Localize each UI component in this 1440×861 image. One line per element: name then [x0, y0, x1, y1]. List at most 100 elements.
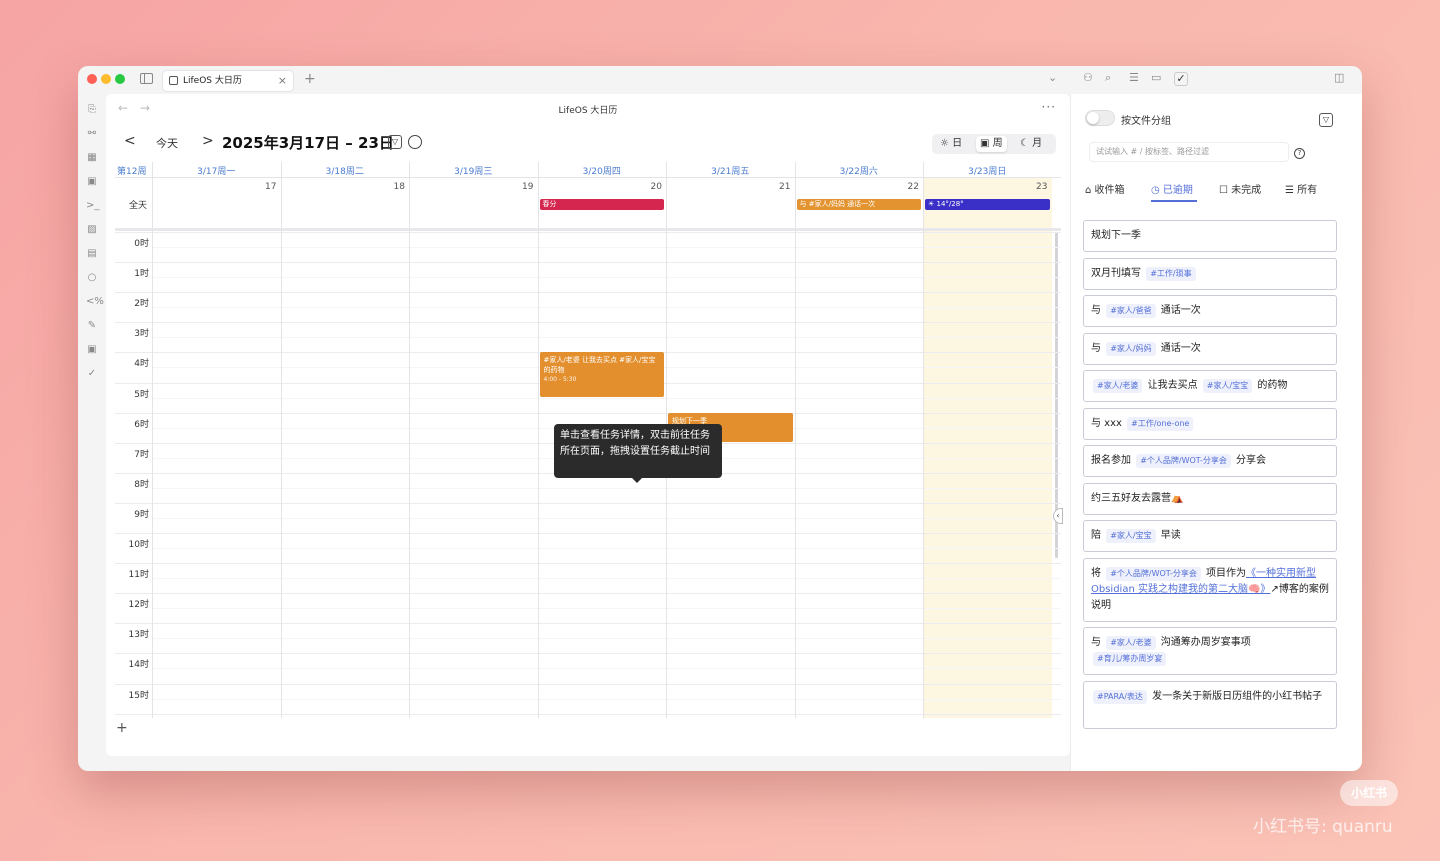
task-item[interactable]: 约三五好友去露营⛺ [1083, 482, 1337, 515]
more-options-icon[interactable]: ··· [1042, 100, 1056, 114]
group-by-file-toggle[interactable] [1085, 110, 1115, 126]
day-number[interactable]: 23 [923, 182, 1047, 192]
sidebar-toggle-icon[interactable] [140, 73, 153, 84]
day-number[interactable]: 19 [409, 182, 533, 192]
search-tag-icon[interactable]: ⌕ [1105, 71, 1111, 85]
filter-icon[interactable]: ▽ [388, 135, 402, 149]
day-number[interactable]: 18 [281, 182, 405, 192]
terminal-icon[interactable]: >_ [86, 200, 99, 212]
archive-icon[interactable]: ▭ [1151, 71, 1161, 84]
task-item[interactable]: 陪 #家人/宝宝 早读 [1083, 520, 1337, 552]
task-item[interactable]: #家人/老婆 让我去买点 #家人/宝宝 的药物 [1083, 370, 1337, 402]
task-search-input[interactable]: 试试输入 # / 按标签、路径过滤 [1089, 142, 1289, 162]
today-button[interactable]: 今天 [156, 135, 178, 151]
hour-label: 10时 [128, 540, 149, 550]
task-tag[interactable]: #工作/one-one [1127, 416, 1194, 431]
allday-event[interactable]: ☀ 14°/28° [925, 199, 1050, 210]
tab-all[interactable]: ☰ 所有 [1285, 181, 1317, 196]
day-number[interactable]: 21 [666, 182, 790, 192]
graph-view-icon[interactable]: ⚯ [86, 128, 98, 140]
close-window-button[interactable] [87, 74, 97, 84]
code-percent-icon[interactable]: <% [86, 296, 104, 308]
minimize-window-button[interactable] [101, 74, 111, 84]
task-item[interactable]: 与 #家人/老婆 沟通筹办周岁宴事项 #育儿/筹办周岁宴 [1083, 627, 1337, 675]
task-item[interactable]: 规划下一季 [1083, 220, 1337, 252]
task-tag[interactable]: #PARA/表达 [1093, 689, 1147, 704]
file-icon[interactable]: ⎘ [86, 104, 98, 116]
day-column[interactable] [794, 162, 924, 718]
day-name[interactable]: 3/17周一 [152, 164, 281, 177]
graph-icon[interactable]: ⚇ [1083, 71, 1093, 84]
tab-list-chevron-icon[interactable]: ⌄ [1048, 71, 1057, 84]
calendar-event[interactable]: #家人/老婆 让我去买点 #家人/宝宝 的药物 4:00 - 5:30 [539, 352, 664, 397]
task-tag[interactable]: #家人/老婆 [1093, 379, 1143, 393]
task-text: 早读 [1157, 530, 1181, 541]
hour-label: 5时 [134, 389, 149, 400]
panel-filter-icon[interactable]: ▽ [1319, 113, 1333, 127]
task-item[interactable]: 与 xxx #工作/one-one [1083, 407, 1337, 440]
task-tag[interactable]: #个人品牌/WOT-分享会 [1136, 454, 1231, 468]
task-tag[interactable]: #家人/妈妈 [1106, 341, 1156, 356]
task-tag[interactable]: #个人品牌/WOT-分享会 [1106, 566, 1201, 581]
calendar-day-icon[interactable]: ▣ [86, 344, 98, 356]
collapse-panel-handle[interactable]: ‹ [1053, 508, 1063, 524]
day-name[interactable]: 3/21周五 [666, 164, 795, 177]
task-tag[interactable]: #家人/老婆 [1106, 636, 1156, 650]
task-tag[interactable]: #工作/琐事 [1146, 266, 1196, 281]
task-item[interactable]: 与 #家人/妈妈 通话一次 [1083, 332, 1337, 365]
week-number: 第12周 [117, 167, 147, 177]
day-name[interactable]: 3/19周三 [409, 164, 538, 177]
day-number[interactable]: 22 [795, 182, 919, 192]
zoom-window-button[interactable] [115, 74, 125, 84]
week-grid[interactable]: 第12周 全天 0时 1时 2时 3时 4时 5时 6时 7时 8时 9时 10时 11时 12时 13时… [115, 162, 1061, 718]
help-icon[interactable]: ? [1294, 148, 1305, 159]
day-name[interactable]: 3/18周二 [281, 164, 410, 177]
day-column[interactable] [280, 162, 410, 718]
tab-close-icon[interactable]: × [278, 71, 287, 91]
pen-icon[interactable]: ✎ [86, 320, 98, 332]
day-number[interactable]: 20 [538, 182, 662, 192]
next-week-button[interactable]: > [202, 133, 214, 149]
task-tag[interactable]: #育儿/筹办周岁宴 [1093, 652, 1167, 666]
task-check-icon[interactable]: ✓ [1174, 72, 1188, 86]
day-column[interactable] [152, 162, 281, 718]
search-icon[interactable]: ○ [86, 272, 98, 284]
refresh-icon[interactable] [408, 135, 422, 149]
new-tab-icon[interactable]: + [304, 71, 316, 87]
tab-incomplete-label: 未完成 [1231, 185, 1262, 196]
day-name[interactable]: 3/22周六 [795, 164, 924, 177]
day-name[interactable]: 3/23周日 [923, 164, 1052, 177]
view-month-button[interactable]: ☾ 月 [1016, 136, 1046, 152]
day-name[interactable]: 3/20周四 [538, 164, 667, 177]
task-item[interactable]: 双月刊填写 #工作/琐事 [1083, 257, 1337, 290]
day-column[interactable] [923, 162, 1052, 718]
task-tag[interactable]: #家人/宝宝 [1202, 379, 1253, 393]
tab-inbox[interactable]: ⌂ 收件箱 [1085, 181, 1125, 196]
title-bar: LifeOS 大日历 × + ⌄ ⚇ ⌕ ☰ ▭ ✓ ◫ [78, 66, 1362, 94]
list-icon[interactable]: ☰ [1129, 71, 1139, 84]
allday-event[interactable]: 与 #家人/妈妈 通话一次 [796, 199, 921, 210]
task-tag[interactable]: #家人/爸爸 [1106, 304, 1156, 318]
calendar-icon[interactable]: ▣ [86, 176, 98, 188]
allday-event[interactable]: 春分 [539, 199, 664, 210]
add-button[interactable]: + [116, 721, 130, 735]
task-item[interactable]: #PARA/表达 发一条关于新版日历组件的小红书帖子 [1083, 680, 1337, 729]
day-column[interactable] [409, 162, 538, 718]
tab-incomplete[interactable]: ☐ 未完成 [1219, 181, 1261, 196]
right-sidebar-toggle-icon[interactable]: ◫ [1334, 71, 1344, 84]
task-item[interactable]: 与 #家人/爸爸 通话一次 [1083, 295, 1337, 327]
view-week-button[interactable]: ▣ 周 [976, 136, 1007, 152]
layout-icon[interactable]: ▤ [86, 248, 98, 260]
prev-week-button[interactable]: < [124, 133, 136, 149]
view-day-button[interactable]: ☼ 日 [936, 136, 966, 152]
grid-icon[interactable]: ▦ [86, 152, 98, 164]
task-text: 与 [1091, 305, 1105, 316]
tab-lifeos-calendar[interactable]: LifeOS 大日历 × [162, 70, 294, 92]
check-circle-icon[interactable]: ✓ [86, 368, 98, 380]
task-tag[interactable]: #家人/宝宝 [1106, 529, 1156, 543]
day-number[interactable]: 17 [152, 182, 276, 192]
task-item[interactable]: 报名参加 #个人品牌/WOT-分享会 分享会 [1083, 445, 1337, 477]
task-item[interactable]: 将 #个人品牌/WOT-分享会 项目作为《一种实用新型 Obsidian 实践之… [1083, 557, 1337, 622]
image-icon[interactable]: ▨ [86, 224, 98, 236]
tab-overdue[interactable]: ◷ 已逾期 [1151, 181, 1193, 196]
